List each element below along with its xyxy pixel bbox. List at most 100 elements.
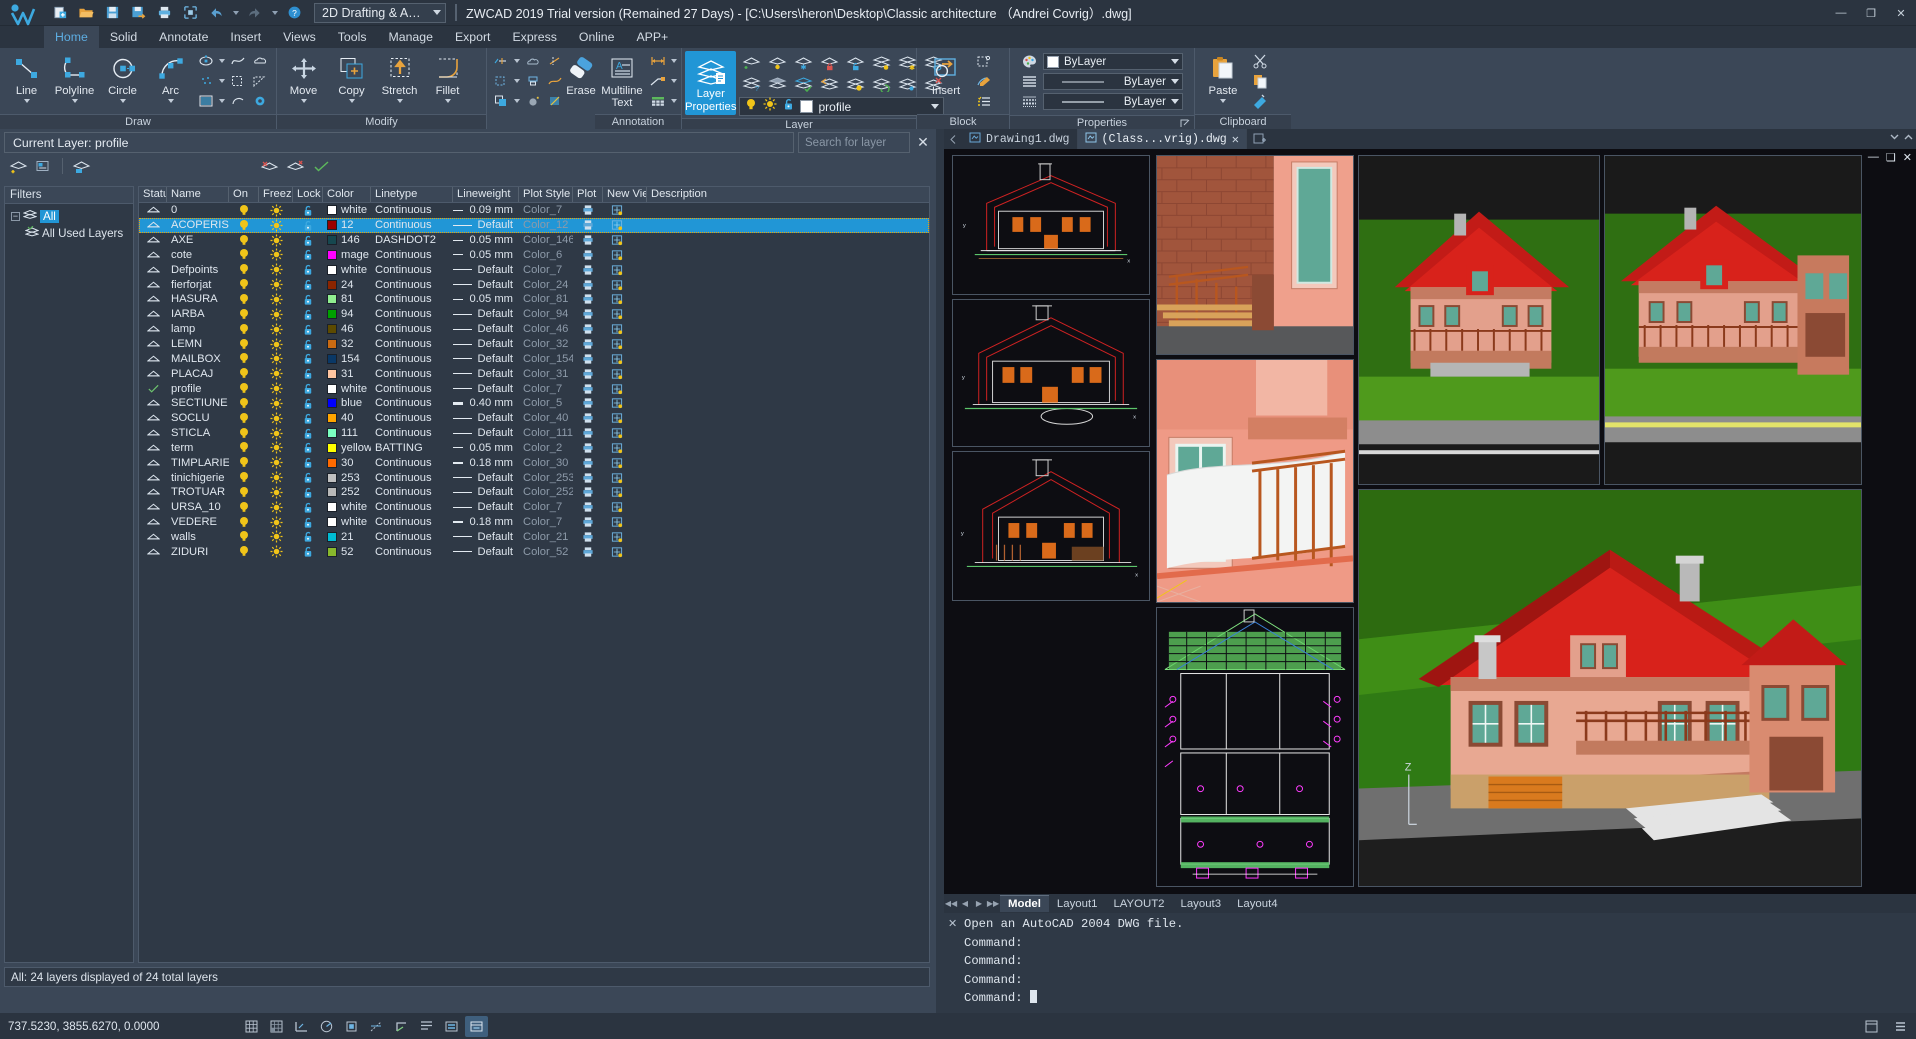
linetype-combo[interactable]: ByLayer [1043, 73, 1183, 90]
open-folder-icon[interactable] [74, 2, 98, 24]
elevation-rear-thumbnail[interactable]: y x [952, 451, 1150, 601]
cell-description[interactable] [647, 322, 727, 337]
quick-properties-icon[interactable] [465, 1016, 488, 1037]
section-plan-thumbnail[interactable] [1156, 607, 1354, 887]
cell-on[interactable] [229, 441, 259, 456]
tab-online[interactable]: Online [568, 26, 626, 48]
layout-next-icon[interactable]: ▶ [972, 894, 986, 913]
cell-linetype[interactable]: Continuous [371, 455, 453, 470]
cell-freeze[interactable] [259, 530, 293, 545]
cell-status[interactable] [139, 351, 167, 366]
table-row[interactable]: DefpointswhiteContinuousDefaultColor_7 [139, 262, 929, 277]
table-row[interactable]: SECTIUNEblueContinuous0.40 mmColor_5 [139, 396, 929, 411]
cell-new-viewport-freeze[interactable] [603, 248, 647, 263]
cell-description[interactable] [647, 203, 727, 218]
ribbon-expand-icon[interactable] [1903, 130, 1914, 148]
ellipse-dropdown-icon[interactable] [217, 52, 226, 71]
cell-color[interactable]: mage [323, 248, 371, 263]
help-icon[interactable]: ? [282, 2, 306, 24]
cell-name[interactable]: tinichigerie [167, 470, 229, 485]
cell-lock[interactable] [293, 515, 323, 530]
cell-linetype[interactable]: Continuous [371, 470, 453, 485]
grid-display-icon[interactable] [265, 1016, 288, 1037]
cell-linetype[interactable]: Continuous [371, 485, 453, 500]
table-row[interactable]: SOCLU40ContinuousDefaultColor_40 [139, 411, 929, 426]
cell-new-viewport-freeze[interactable] [603, 203, 647, 218]
column-plot[interactable]: Plot [573, 187, 603, 202]
cell-status[interactable] [139, 381, 167, 396]
cell-new-viewport-freeze[interactable] [603, 411, 647, 426]
erase-button[interactable]: Erase [566, 50, 596, 112]
layout-last-icon[interactable]: ▶▶ [986, 894, 1000, 913]
layer-on-icon[interactable] [869, 53, 894, 73]
cell-on[interactable] [229, 351, 259, 366]
cell-plot-style[interactable]: Color_5 [519, 396, 573, 411]
close-icon[interactable]: ✕ [1232, 132, 1239, 147]
cell-on[interactable] [229, 544, 259, 559]
cell-name[interactable]: fierforjat [167, 277, 229, 292]
new-layer-alt-icon[interactable] [69, 155, 93, 177]
undo-dropdown-icon[interactable] [230, 2, 241, 24]
offset-icon[interactable] [522, 72, 543, 91]
cell-color[interactable]: 21 [323, 530, 371, 545]
cell-on[interactable] [229, 218, 259, 233]
chevron-down-icon[interactable] [168, 99, 174, 103]
array-dropdown-icon[interactable] [512, 92, 521, 111]
cell-plot[interactable] [573, 441, 603, 456]
cell-description[interactable] [647, 411, 727, 426]
cell-status[interactable] [139, 470, 167, 485]
cell-description[interactable] [647, 248, 727, 263]
cell-name[interactable]: TIMPLARIE [167, 455, 229, 470]
cell-freeze[interactable] [259, 322, 293, 337]
table-dropdown-icon[interactable] [669, 92, 678, 111]
cell-plot-style[interactable]: Color_2 [519, 441, 573, 456]
cell-new-viewport-freeze[interactable] [603, 515, 647, 530]
cell-on[interactable] [229, 292, 259, 307]
cell-plot-style[interactable]: Color_24 [519, 277, 573, 292]
cell-name[interactable]: VEDERE [167, 515, 229, 530]
tab-export[interactable]: Export [444, 26, 502, 48]
cell-lineweight[interactable]: Default [453, 218, 519, 233]
cell-plot[interactable] [573, 351, 603, 366]
save-icon[interactable] [100, 2, 124, 24]
expander-icon[interactable]: − [11, 212, 20, 221]
cell-description[interactable] [647, 218, 727, 233]
chevron-down-icon[interactable] [120, 99, 126, 103]
layer-off-icon[interactable] [739, 53, 764, 73]
cell-new-viewport-freeze[interactable] [603, 396, 647, 411]
cell-plot-style[interactable]: Color_252 [519, 485, 573, 500]
layer-properties-button[interactable]: Layer Properties [685, 51, 736, 115]
cell-status[interactable] [139, 544, 167, 559]
cell-linetype[interactable]: DASHDOT2 [371, 233, 453, 248]
unlock-icon[interactable] [782, 97, 795, 116]
cell-name[interactable]: LEMN [167, 337, 229, 352]
point-icon[interactable] [195, 72, 216, 91]
cell-lineweight[interactable]: 0.40 mm [453, 396, 519, 411]
table-row[interactable]: TIMPLARIE30Continuous0.18 mmColor_30 [139, 455, 929, 470]
cell-freeze[interactable] [259, 485, 293, 500]
dynamic-ucs-icon[interactable] [390, 1016, 413, 1037]
hatch-dropdown-icon[interactable] [217, 92, 226, 111]
cell-lineweight[interactable]: 0.18 mm [453, 515, 519, 530]
cell-status[interactable] [139, 248, 167, 263]
table-row[interactable]: termyellowBATTING0.05 mmColor_2 [139, 441, 929, 456]
table-row[interactable]: VEDEREwhiteContinuous0.18 mmColor_7 [139, 515, 929, 530]
cell-lineweight[interactable]: Default [453, 544, 519, 559]
cell-freeze[interactable] [259, 411, 293, 426]
cell-name[interactable]: PLACAJ [167, 366, 229, 381]
cell-color[interactable]: 40 [323, 411, 371, 426]
cell-description[interactable] [647, 544, 727, 559]
chevron-down-icon[interactable] [1171, 99, 1179, 104]
lineweight-display-icon[interactable] [440, 1016, 463, 1037]
cell-status[interactable] [139, 426, 167, 441]
layer-isolate-icon[interactable] [765, 53, 790, 73]
layout-tab-layout4[interactable]: Layout4 [1229, 895, 1286, 912]
cell-color[interactable]: white [323, 515, 371, 530]
cell-lock[interactable] [293, 322, 323, 337]
cell-freeze[interactable] [259, 441, 293, 456]
cell-plot-style[interactable]: Color_32 [519, 337, 573, 352]
cell-lineweight[interactable]: Default [453, 411, 519, 426]
cell-lock[interactable] [293, 248, 323, 263]
cell-status[interactable] [139, 337, 167, 352]
cell-status[interactable] [139, 441, 167, 456]
